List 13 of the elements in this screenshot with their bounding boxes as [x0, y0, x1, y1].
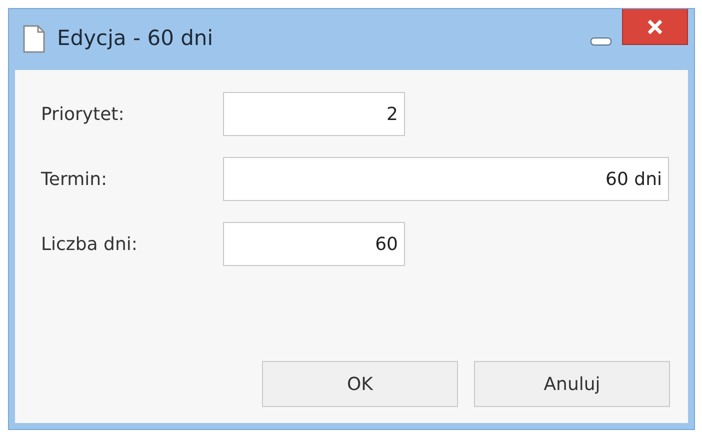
close-icon: [646, 18, 664, 34]
close-button[interactable]: [622, 9, 688, 45]
field-label: Termin:: [41, 168, 108, 190]
cancel-button[interactable]: Anuluj: [474, 361, 670, 407]
input-field[interactable]: 60 dni: [223, 157, 669, 201]
input-field[interactable]: 60: [223, 222, 405, 266]
window-title: Edycja - 60 dni: [57, 26, 214, 50]
ok-button[interactable]: OK: [262, 361, 458, 407]
input-field[interactable]: 2: [223, 92, 405, 136]
minimize-icon: [590, 37, 612, 47]
field-label: Priorytet:: [41, 104, 126, 124]
document-icon: [23, 25, 45, 53]
field-label: Liczba dni:: [41, 234, 138, 254]
